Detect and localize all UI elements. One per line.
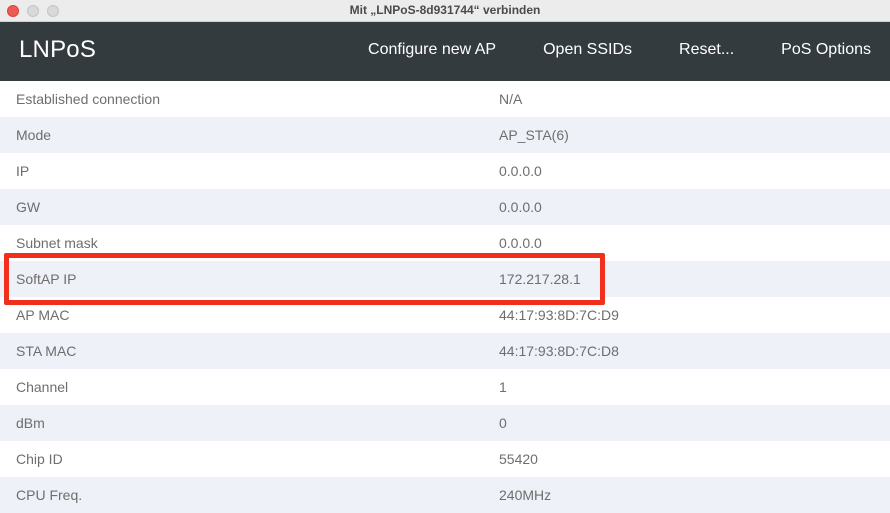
table-row: Channel 1 [0,369,890,405]
row-value: 55420 [483,441,890,477]
row-value: N/A [483,81,890,117]
table-row: IP 0.0.0.0 [0,153,890,189]
info-table: Established connection N/A Mode AP_STA(6… [0,81,890,513]
row-label: STA MAC [0,333,483,369]
row-label: GW [0,189,483,225]
row-value: 172.217.28.1 [483,261,890,297]
row-value: 0 [483,405,890,441]
table-row: Subnet mask 0.0.0.0 [0,225,890,261]
window-titlebar: Mit „LNPoS-8d931744“ verbinden [0,0,890,22]
nav-links: Configure new AP Open SSIDs Reset... PoS… [368,41,871,59]
row-value: AP_STA(6) [483,117,890,153]
row-label: CPU Freq. [0,477,483,513]
row-label: Established connection [0,81,483,117]
table-row: AP MAC 44:17:93:8D:7C:D9 [0,297,890,333]
row-label: SoftAP IP [0,261,483,297]
row-value: 44:17:93:8D:7C:D9 [483,297,890,333]
table-row: Mode AP_STA(6) [0,117,890,153]
table-row: Established connection N/A [0,81,890,117]
row-label: AP MAC [0,297,483,333]
table-row: CPU Freq. 240MHz [0,477,890,513]
row-label: Chip ID [0,441,483,477]
row-value: 0.0.0.0 [483,189,890,225]
row-label: Mode [0,117,483,153]
brand-title[interactable]: LNPoS [19,36,368,64]
nav-configure-new-ap[interactable]: Configure new AP [368,41,496,59]
window-title: Mit „LNPoS-8d931744“ verbinden [349,3,541,17]
row-value: 0.0.0.0 [483,225,890,261]
row-value: 0.0.0.0 [483,153,890,189]
nav-pos-options[interactable]: PoS Options [781,41,871,59]
table-row: STA MAC 44:17:93:8D:7C:D8 [0,333,890,369]
row-value: 44:17:93:8D:7C:D8 [483,333,890,369]
row-label: dBm [0,405,483,441]
nav-reset[interactable]: Reset... [679,41,734,59]
row-label: Subnet mask [0,225,483,261]
row-label: IP [0,153,483,189]
row-value: 240MHz [483,477,890,513]
row-value: 1 [483,369,890,405]
table-row: dBm 0 [0,405,890,441]
table-row: Chip ID 55420 [0,441,890,477]
table-row: GW 0.0.0.0 [0,189,890,225]
table-row-softap-ip: SoftAP IP 172.217.28.1 [0,261,890,297]
row-label: Channel [0,369,483,405]
top-navbar: LNPoS Configure new AP Open SSIDs Reset.… [0,22,890,81]
info-content: Established connection N/A Mode AP_STA(6… [0,81,890,513]
nav-open-ssids[interactable]: Open SSIDs [543,41,632,59]
